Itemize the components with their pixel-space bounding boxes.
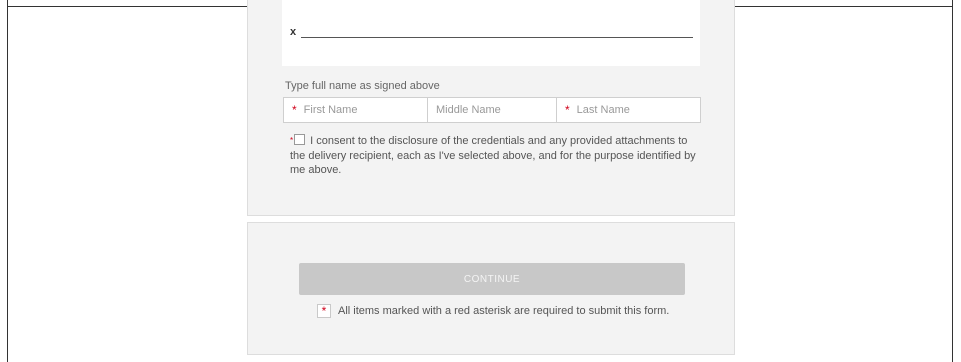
middle-name-field[interactable]: Middle Name <box>428 97 557 123</box>
last-name-placeholder: Last Name <box>576 104 630 116</box>
consent-checkbox[interactable] <box>294 134 306 145</box>
last-name-field[interactable]: * Last Name <box>557 97 701 123</box>
required-asterisk: * <box>565 103 570 117</box>
required-asterisk: * <box>290 136 294 145</box>
window-border-right <box>952 0 953 362</box>
signature-pad[interactable] <box>282 0 700 66</box>
consent-statement: * I consent to the disclosure of the cred… <box>290 134 705 178</box>
required-asterisk: * <box>292 103 297 117</box>
required-note: * All items marked with a red asterisk a… <box>317 304 669 318</box>
middle-name-placeholder: Middle Name <box>436 104 501 116</box>
first-name-field[interactable]: * First Name <box>283 97 428 123</box>
signature-line <box>301 37 693 38</box>
required-note-text: All items marked with a red asterisk are… <box>338 305 670 317</box>
continue-button[interactable]: CONTINUE <box>299 263 685 295</box>
signature-x-mark: x <box>290 26 297 38</box>
consent-text: I consent to the disclosure of the crede… <box>290 135 696 176</box>
window-border-left <box>7 0 8 362</box>
full-name-label: Type full name as signed above <box>285 80 440 92</box>
full-name-fields: * First Name Middle Name * Last Name <box>283 97 701 123</box>
first-name-placeholder: First Name <box>303 104 358 116</box>
required-asterisk-icon: * <box>317 304 331 318</box>
